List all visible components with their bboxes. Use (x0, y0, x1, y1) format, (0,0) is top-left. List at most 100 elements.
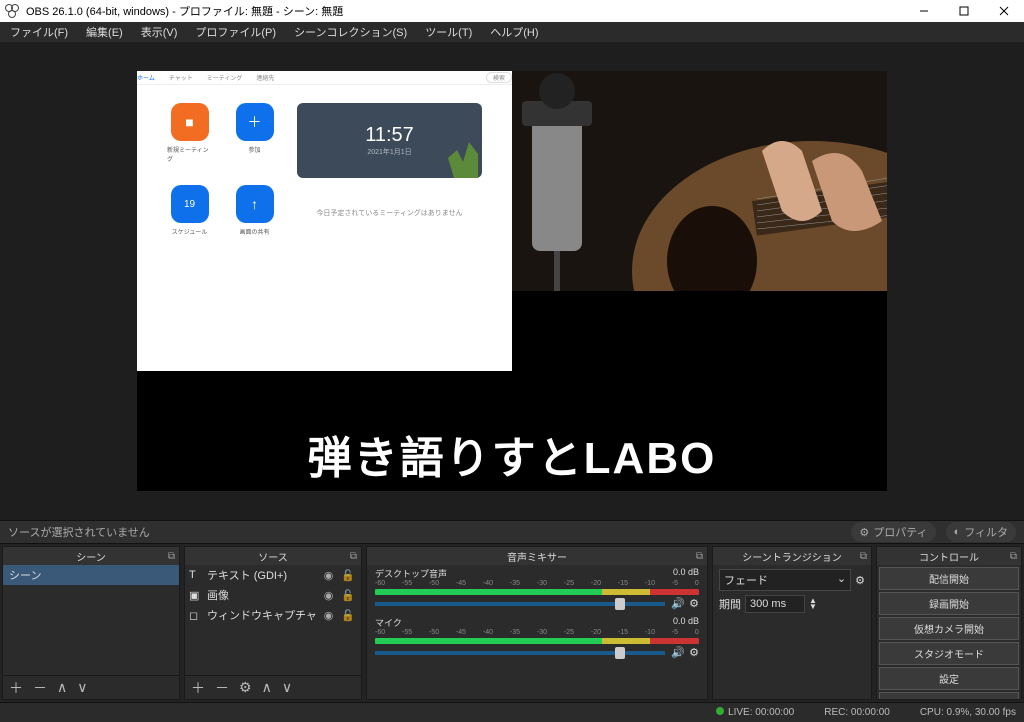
visibility-icon[interactable]: ◉ (322, 589, 336, 602)
scene-item[interactable]: シーン (3, 565, 179, 585)
transition-select[interactable]: フェード⌄ (719, 569, 851, 591)
minimize-button[interactable] (904, 0, 944, 22)
maximize-button[interactable] (944, 0, 984, 22)
live-indicator-icon (716, 707, 724, 715)
zoom-clock-date: 2021年1月1日 (367, 147, 411, 157)
properties-button[interactable]: ⚙プロパティ (851, 522, 935, 542)
zoom-new-meeting-label: 新規ミーティング (167, 145, 212, 163)
popout-icon[interactable]: ⧉ (168, 551, 175, 562)
dock-area: シーン⧉ シーン ＋ － ∧ ∨ ソース⧉ T テキスト (GDI+) ◉ 🔓 … (0, 544, 1024, 702)
filter-icon: ◐ (954, 526, 961, 538)
zoom-window-capture: ホーム チャット ミーティング 連絡先 検索 ■新規ミーティング ＋参加 19ス… (137, 71, 512, 371)
calendar-icon: 19 (171, 185, 209, 223)
scene-up-button[interactable]: ∧ (55, 679, 69, 696)
source-item-window[interactable]: ◻ ウィンドウキャプチャ ◉ 🔓 (185, 605, 361, 625)
start-streaming-button[interactable]: 配信開始 (879, 567, 1019, 590)
visibility-icon[interactable]: ◉ (322, 609, 336, 622)
filters-button[interactable]: ◐フィルタ (946, 522, 1016, 542)
transition-title: シーントランジション (742, 549, 842, 564)
gear-icon[interactable]: ⚙ (689, 597, 699, 610)
gear-icon: ⚙ (859, 526, 869, 539)
zoom-no-meeting-msg: 今日予定されているミーティングはありません (297, 208, 482, 218)
menu-bar: ファイル(F) 編集(E) 表示(V) プロファイル(P) シーンコレクション(… (0, 22, 1024, 42)
zoom-tab-contacts: 連絡先 (256, 73, 274, 82)
speaker-icon[interactable]: 🔊 (671, 646, 685, 659)
popout-icon[interactable]: ⧉ (350, 551, 357, 562)
mixer-dock: 音声ミキサー⧉ デスクトップ音声0.0 dB -60-55-50-45-40-3… (366, 546, 708, 700)
mixer-channel-desktop: デスクトップ音声0.0 dB -60-55-50-45-40-35-30-25-… (367, 565, 707, 614)
speaker-icon[interactable]: 🔊 (671, 597, 685, 610)
menu-tools[interactable]: ツール(T) (419, 22, 478, 42)
source-add-button[interactable]: ＋ (189, 678, 207, 698)
plus-icon: ＋ (236, 103, 274, 141)
zoom-share-label: 画面の共有 (239, 227, 269, 236)
zoom-tab-home: ホーム (137, 73, 155, 82)
channel-name-mic: マイク (375, 616, 402, 629)
visibility-icon[interactable]: ◉ (322, 569, 336, 582)
exit-button[interactable]: 終了 (879, 692, 1019, 699)
preview-area[interactable]: ホーム チャット ミーティング 連絡先 検索 ■新規ミーティング ＋参加 19ス… (0, 42, 1024, 520)
mixer-channel-mic: マイク0.0 dB -60-55-50-45-40-35-30-25-20-15… (367, 614, 707, 663)
duration-label: 期間 (719, 596, 741, 612)
sources-dock: ソース ⧉ T テキスト (GDI+) ◉ 🔓 ▣ 画像 ◉ 🔓 ◻ ウィンドウキ… (184, 546, 362, 700)
scenes-dock: シーン⧉ シーン ＋ － ∧ ∨ (2, 546, 180, 700)
scene-down-button[interactable]: ∨ (75, 679, 89, 696)
overlay-text: 弾き語りすとLABO (308, 422, 717, 486)
menu-view[interactable]: 表示(V) (135, 22, 184, 42)
source-toolbar: ソースが選択されていません ⚙プロパティ ◐フィルタ (0, 520, 1024, 544)
popout-icon[interactable]: ⧉ (860, 551, 867, 562)
zoom-join-label: 参加 (248, 145, 260, 154)
popout-icon[interactable]: ⧉ (696, 551, 703, 562)
source-up-button[interactable]: ∧ (260, 679, 274, 696)
source-settings-button[interactable]: ⚙ (237, 679, 254, 696)
zoom-search: 検索 (486, 72, 512, 83)
volume-slider[interactable] (375, 602, 665, 606)
gear-icon[interactable]: ⚙ (689, 646, 699, 659)
close-button[interactable] (984, 0, 1024, 22)
level-meter (375, 589, 699, 595)
scene-add-button[interactable]: ＋ (7, 678, 25, 698)
sources-title: ソース (258, 549, 288, 564)
lock-icon[interactable]: 🔓 (339, 589, 357, 602)
zoom-tab-chat: チャット (169, 73, 193, 82)
menu-file[interactable]: ファイル(F) (4, 22, 74, 42)
lock-icon[interactable]: 🔓 (339, 569, 357, 582)
camera-capture (512, 71, 887, 291)
text-icon: T (189, 569, 203, 581)
transition-dock: シーントランジション ⧉ フェード⌄ ⚙ 期間 300 ms ▲▼ (712, 546, 872, 700)
menu-help[interactable]: ヘルプ(H) (484, 22, 544, 42)
status-live: LIVE: 00:00:00 (716, 707, 794, 718)
image-icon: ▣ (189, 589, 203, 602)
gear-icon[interactable]: ⚙ (855, 574, 865, 587)
source-remove-button[interactable]: － (213, 678, 231, 698)
studio-mode-button[interactable]: スタジオモード (879, 642, 1019, 665)
source-no-selection: ソースが選択されていません (8, 524, 150, 540)
controls-title: コントロール (919, 549, 979, 564)
status-rec: REC: 00:00:00 (824, 707, 890, 718)
channel-db: 0.0 dB (673, 567, 699, 580)
duration-input[interactable]: 300 ms (745, 595, 805, 613)
window-titlebar: OBS 26.1.0 (64-bit, windows) - プロファイル: 無… (0, 0, 1024, 22)
source-item-text[interactable]: T テキスト (GDI+) ◉ 🔓 (185, 565, 361, 585)
source-down-button[interactable]: ∨ (280, 679, 294, 696)
popout-icon[interactable]: ⧉ (1010, 551, 1017, 562)
level-meter (375, 638, 699, 644)
stepper-icon[interactable]: ▲▼ (809, 598, 817, 610)
zoom-tab-meeting: ミーティング (207, 73, 243, 82)
settings-button[interactable]: 設定 (879, 667, 1019, 690)
channel-name-desktop: デスクトップ音声 (375, 567, 447, 580)
start-recording-button[interactable]: 録画開始 (879, 592, 1019, 615)
scene-remove-button[interactable]: － (31, 678, 49, 698)
menu-edit[interactable]: 編集(E) (80, 22, 129, 42)
lock-icon[interactable]: 🔓 (339, 609, 357, 622)
start-vcam-button[interactable]: 仮想カメラ開始 (879, 617, 1019, 640)
source-item-image[interactable]: ▣ 画像 ◉ 🔓 (185, 585, 361, 605)
channel-db: 0.0 dB (673, 616, 699, 629)
volume-slider[interactable] (375, 651, 665, 655)
zoom-clock-time: 11:57 (365, 124, 414, 147)
window-icon: ◻ (189, 609, 203, 622)
preview-canvas: ホーム チャット ミーティング 連絡先 検索 ■新規ミーティング ＋参加 19ス… (137, 71, 887, 491)
status-bar: LIVE: 00:00:00 REC: 00:00:00 CPU: 0.9%, … (0, 702, 1024, 722)
menu-scene-collection[interactable]: シーンコレクション(S) (288, 22, 413, 42)
menu-profile[interactable]: プロファイル(P) (189, 22, 282, 42)
